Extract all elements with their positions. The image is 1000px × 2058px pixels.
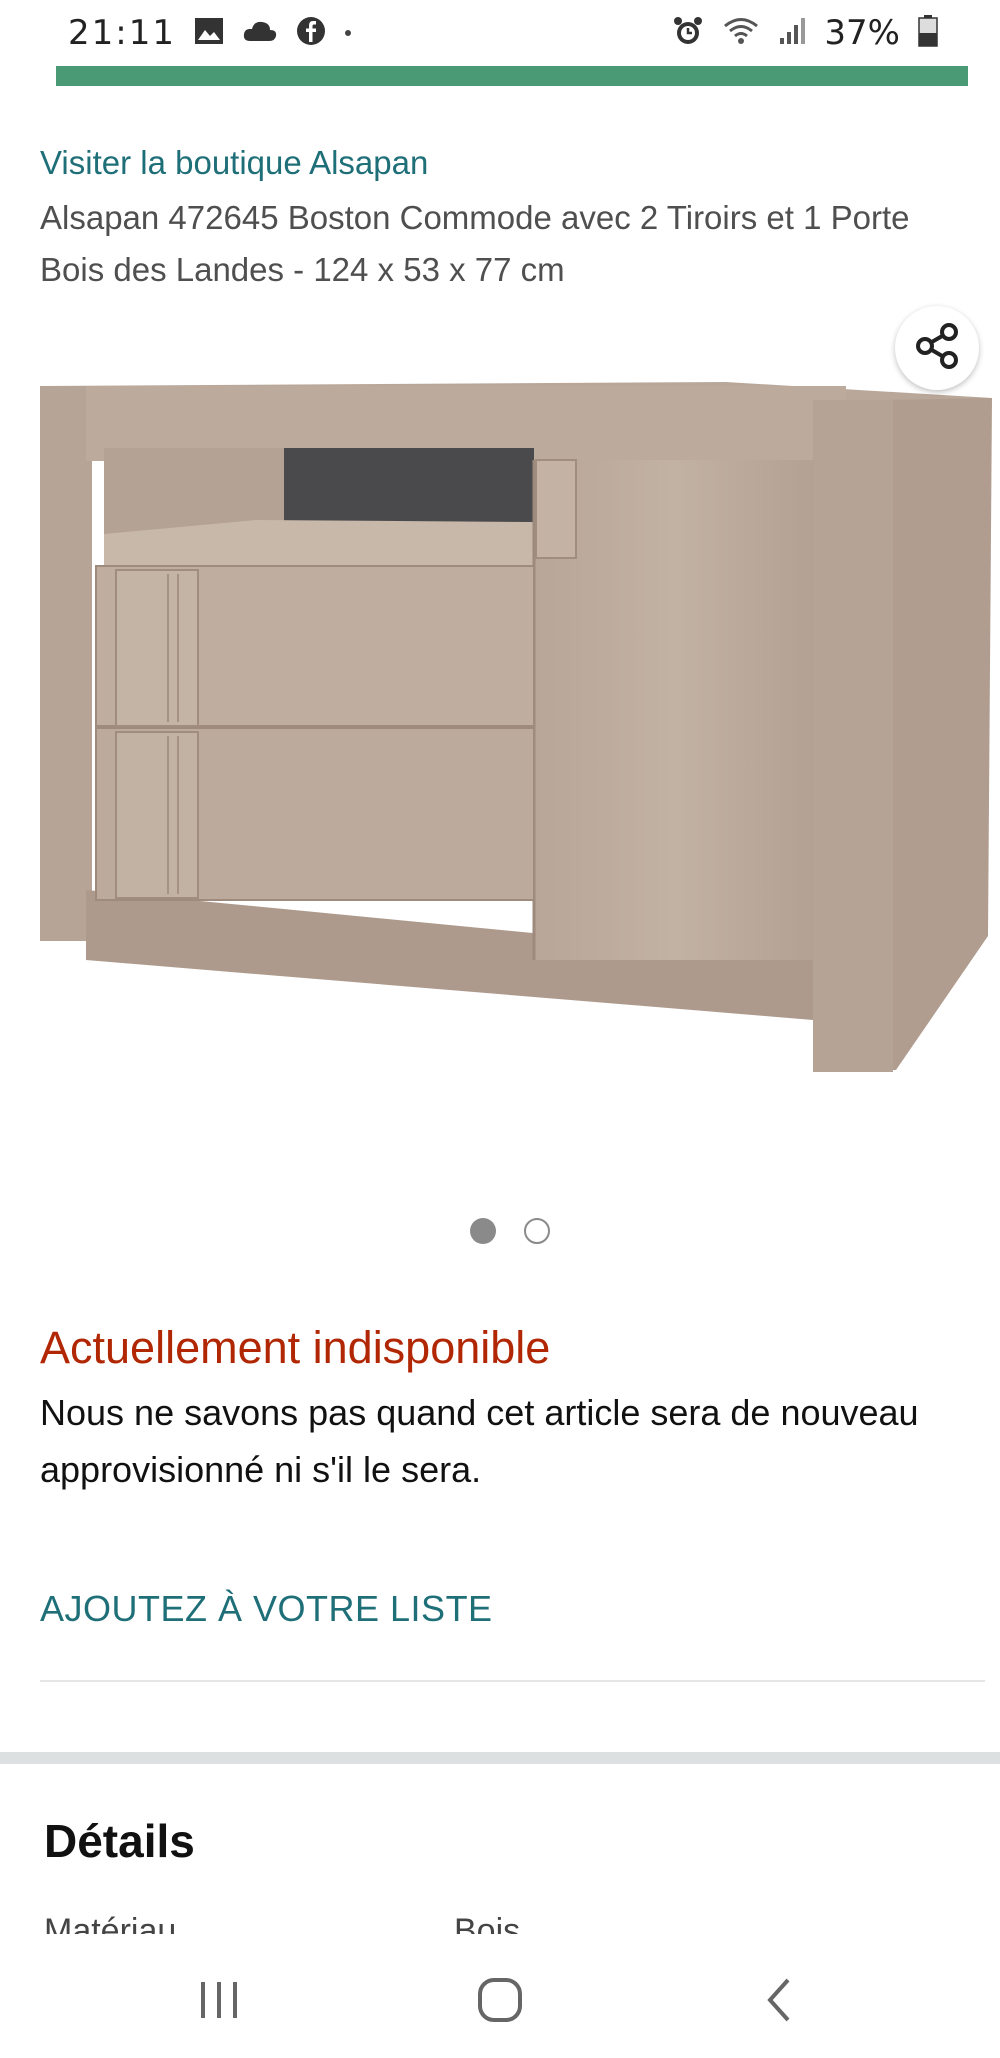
availability-status: Actuellement indisponible	[40, 1322, 551, 1373]
image-icon	[194, 17, 224, 50]
details-heading: Détails	[44, 1815, 195, 1867]
cloud-icon	[242, 19, 278, 48]
visit-store-link[interactable]: Visiter la boutique Alsapan	[40, 144, 428, 182]
system-nav-bar	[0, 1940, 1000, 2058]
status-time: 21:11	[68, 13, 176, 53]
share-icon	[911, 320, 963, 377]
section-divider	[0, 1752, 1000, 1764]
details-row: Matériau Bois	[44, 1912, 964, 1934]
availability-detail: Nous ne savons pas quand cet article ser…	[40, 1392, 919, 1490]
details-row-label: Matériau	[44, 1912, 177, 1934]
page-load-progress-fill	[56, 66, 968, 86]
add-to-list-button[interactable]: AJOUTEZ À VOTRE LISTE	[40, 1588, 493, 1630]
home-icon	[476, 1976, 524, 2029]
status-right: 37%	[672, 13, 938, 53]
battery-icon	[918, 14, 938, 52]
battery-percentage: 37%	[824, 13, 900, 53]
carousel-dot-1[interactable]	[470, 1218, 496, 1244]
image-carousel-indicator	[470, 1218, 550, 1244]
recent-apps-button[interactable]	[180, 1962, 260, 2042]
alarm-icon	[672, 15, 704, 52]
carousel-dot-2[interactable]	[524, 1218, 550, 1244]
divider	[40, 1680, 985, 1682]
back-button[interactable]	[740, 1962, 820, 2042]
share-button[interactable]	[895, 306, 979, 390]
back-icon	[760, 1976, 800, 2029]
page-load-progress	[56, 66, 968, 86]
wifi-icon	[722, 16, 760, 51]
product-image[interactable]	[36, 370, 1000, 1090]
facebook-icon	[296, 16, 326, 51]
product-title: Alsapan 472645 Boston Commode avec 2 Tir…	[40, 199, 910, 288]
recent-apps-icon	[197, 1980, 243, 2025]
dot-icon	[344, 24, 352, 42]
details-row-value: Bois	[454, 1912, 521, 1934]
status-bar: 21:11 37%	[0, 0, 1000, 66]
signal-icon	[778, 16, 806, 51]
home-button[interactable]	[460, 1962, 540, 2042]
status-left: 21:11	[68, 13, 352, 53]
